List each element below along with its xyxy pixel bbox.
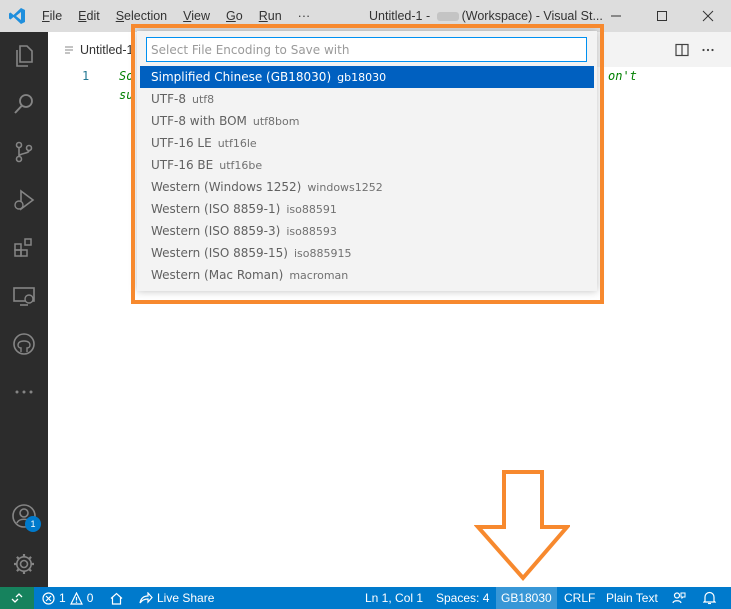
bell-icon — [703, 591, 716, 605]
encoding-button[interactable]: GB18030 — [496, 587, 557, 609]
search-button[interactable] — [0, 80, 48, 128]
extensions-button[interactable] — [0, 224, 48, 272]
remote-indicator-button[interactable] — [0, 587, 34, 609]
encoding-option-gb18030[interactable]: Simplified Chinese (GB18030) gb18030 — [140, 66, 594, 88]
redacted-workspace-name — [436, 12, 459, 22]
window-title-suffix: (Workspace) - Visual St... — [461, 9, 603, 23]
manage-button[interactable] — [0, 540, 48, 588]
live-share-button[interactable]: Live Share — [139, 587, 214, 609]
menu-go[interactable]: Go — [218, 0, 251, 32]
menu-bar: File Edit Selection View Go Run ··· — [34, 0, 318, 32]
warning-icon — [69, 591, 83, 605]
split-editor-button[interactable] — [672, 40, 692, 60]
remote-explorer-icon — [13, 287, 35, 306]
status-bar: 1 0 Live Share Ln 1, Col 1 Spaces: 4 GB1… — [0, 587, 731, 609]
cursor-position-button[interactable]: Ln 1, Col 1 — [365, 587, 423, 609]
encoding-option-utf8bom[interactable]: UTF-8 with BOM utf8bom — [140, 110, 594, 132]
feedback-button[interactable] — [672, 587, 690, 609]
encoding-option-utf8[interactable]: UTF-8 utf8 — [140, 88, 594, 110]
ellipsis-icon — [702, 48, 714, 52]
encoding-option-utf16be[interactable]: UTF-16 BE utf16be — [140, 154, 594, 176]
accounts-button[interactable] — [0, 492, 48, 540]
code-text-wrap: su — [119, 88, 134, 102]
language-mode-button[interactable]: Plain Text — [606, 587, 658, 609]
explorer-button[interactable] — [0, 32, 48, 80]
close-icon — [702, 10, 714, 22]
split-editor-icon — [675, 43, 689, 57]
ellipsis-icon — [15, 390, 33, 394]
remote-icon — [11, 593, 23, 603]
minimize-icon — [611, 15, 621, 17]
account-badge: 1 — [25, 516, 41, 532]
source-control-icon — [15, 141, 33, 163]
window-title-prefix: Untitled-1 - — [369, 9, 434, 23]
code-text-end: on't — [608, 69, 637, 83]
file-encoding-quick-pick: Simplified Chinese (GB18030)gb18030 UTF-… — [137, 31, 597, 291]
encoding-option-iso88591[interactable]: Western (ISO 8859-1) iso88591 — [140, 198, 594, 220]
vscode-logo-icon — [0, 0, 34, 32]
notifications-button[interactable] — [703, 587, 720, 609]
close-window-button[interactable] — [685, 0, 731, 32]
maximize-icon — [657, 11, 667, 21]
menu-selection[interactable]: Selection — [108, 0, 175, 32]
title-bar: File Edit Selection View Go Run ··· Unti… — [0, 0, 731, 32]
text-file-icon — [65, 46, 73, 53]
menu-edit[interactable]: Edit — [70, 0, 108, 32]
gear-icon — [14, 554, 34, 574]
github-button[interactable] — [0, 320, 48, 368]
code-text-start: So — [119, 69, 134, 83]
feedback-icon — [672, 592, 686, 604]
files-icon — [16, 45, 33, 67]
maximize-button[interactable] — [639, 0, 685, 32]
menu-file[interactable]: File — [34, 0, 70, 32]
remote-explorer-button[interactable] — [0, 272, 48, 320]
problems-button[interactable]: 1 0 — [42, 587, 93, 609]
run-debug-icon — [14, 189, 35, 211]
menu-run[interactable]: Run — [251, 0, 290, 32]
live-share-label: Live Share — [157, 591, 215, 605]
source-control-button[interactable] — [0, 128, 48, 176]
menu-view[interactable]: View — [175, 0, 218, 32]
warning-count: 0 — [86, 591, 94, 605]
encoding-search-input[interactable] — [146, 37, 587, 62]
editor-more-actions-button[interactable] — [698, 40, 718, 60]
live-share-icon — [139, 591, 153, 604]
encoding-list: Simplified Chinese (GB18030) gb18030 UTF-… — [140, 66, 594, 286]
error-count: 1 — [59, 591, 66, 605]
encoding-option-utf16le[interactable]: UTF-16 LE utf16le — [140, 132, 594, 154]
encoding-option-macroman[interactable]: Western (Mac Roman) macroman — [140, 264, 594, 286]
tab-label: Untitled-1 — [80, 42, 134, 57]
indentation-button[interactable]: Spaces: 4 — [436, 587, 489, 609]
run-debug-button[interactable] — [0, 176, 48, 224]
home-icon — [110, 592, 123, 605]
encoding-option-iso885915[interactable]: Western (ISO 8859-15) iso885915 — [140, 242, 594, 264]
menu-more[interactable]: ··· — [290, 0, 319, 32]
window-title: Untitled-1 - (Workspace) - Visual St... — [369, 0, 603, 32]
github-icon — [13, 333, 35, 355]
search-icon — [14, 94, 33, 114]
extensions-icon — [14, 238, 32, 257]
encoding-option-iso88593[interactable]: Western (ISO 8859-3) iso88593 — [140, 220, 594, 242]
line-ending-button[interactable]: CRLF — [564, 587, 595, 609]
line-number: 1 — [82, 69, 90, 83]
home-button[interactable] — [110, 587, 127, 609]
encoding-option-windows1252[interactable]: Western (Windows 1252) windows1252 — [140, 176, 594, 198]
error-icon — [42, 591, 55, 605]
more-views-button[interactable] — [0, 368, 48, 416]
activity-bar: 1 — [0, 32, 48, 587]
minimize-button[interactable] — [593, 0, 639, 32]
